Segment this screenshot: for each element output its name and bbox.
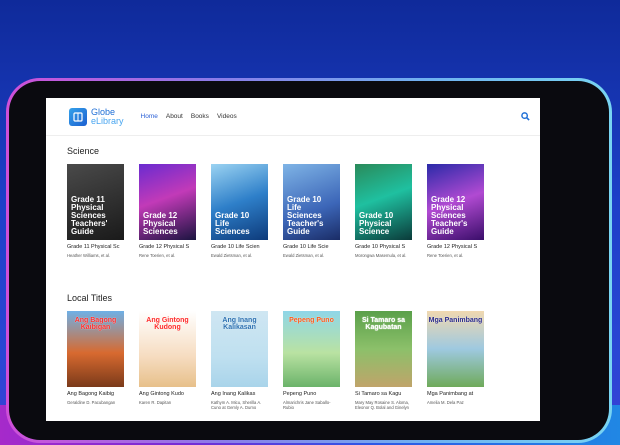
book-author: Mary May Rosaine S. Aloma, Eleonor Q. Bo…	[355, 400, 410, 410]
book-card[interactable]: Mga Panimbang Mga Panimbang at Amelia M.…	[427, 311, 484, 410]
book-author: Kathym A. Micu, Sherilla A. Cuno at Geml…	[211, 400, 262, 410]
nav-about[interactable]: About	[166, 113, 183, 120]
book-cover[interactable]: Grade 10 Life Sciences	[211, 164, 268, 240]
book-title[interactable]: Ang Inang Kalikas	[211, 391, 268, 397]
tablet-frame: Globe eLibrary Home About Books Videos S…	[6, 78, 612, 443]
book-author: Karen R. Dapitan	[139, 400, 172, 405]
book-card[interactable]: Ang Bagong Kaibigan Ang Bagong Kaibig Ge…	[67, 311, 124, 410]
book-author: Rene Toerien, et al.	[427, 253, 464, 258]
cover-title: Grade 11 Physical Sciences Teachers' Gui…	[71, 195, 108, 236]
book-title[interactable]: Ang Gintong Kudo	[139, 391, 196, 397]
book-cover[interactable]: Grade 12 Physical Sciences Teacher's Gui…	[427, 164, 484, 240]
cover-title: Pepeng Puno	[289, 317, 334, 324]
cover-title: Grade 10 Physical Science	[359, 211, 394, 236]
book-cover[interactable]: Grade 10 Physical Science	[355, 164, 412, 240]
cover-title: Ang Gintong Kudong	[146, 317, 189, 331]
book-title[interactable]: Grade 10 Life Scien	[211, 244, 268, 250]
cover-title: Grade 10 Life Sciences	[215, 211, 250, 236]
cover-title: Grade 10 Life Sciences Teacher's Guide	[287, 195, 324, 236]
book-author: Rene Toerien, et al.	[139, 253, 176, 258]
book-card[interactable]: Grade 10 Life Sciences Teacher's Guide G…	[283, 164, 340, 263]
book-author: Geraldine D. Pacubangan	[67, 400, 116, 405]
book-cover[interactable]: Grade 10 Life Sciences Teacher's Guide	[283, 164, 340, 240]
tablet-body: Globe eLibrary Home About Books Videos S…	[9, 81, 609, 440]
cover-title: Mga Panimbang	[428, 317, 483, 324]
main-nav: Home About Books Videos	[141, 113, 237, 120]
book-author: Heather Williams, et al.	[67, 253, 111, 258]
book-card[interactable]: Pepeng Puno Pepeng Puno Almarichris Jane…	[283, 311, 340, 410]
book-title[interactable]: Pepeng Puno	[283, 391, 340, 397]
logo-text: Globe eLibrary	[91, 107, 124, 126]
book-logo-icon	[69, 107, 87, 126]
book-title[interactable]: Grade 12 Physical S	[427, 244, 484, 250]
book-card[interactable]: Ang Gintong Kudong Ang Gintong Kudo Kare…	[139, 311, 196, 410]
cover-title: Ang Inang Kalikasan	[222, 317, 257, 331]
book-cover[interactable]: Grade 12 Physical Sciences	[139, 164, 196, 240]
app-screen: Globe eLibrary Home About Books Videos S…	[46, 98, 540, 421]
book-title[interactable]: Grade 10 Physical S	[355, 244, 412, 250]
book-title[interactable]: Grade 10 Life Scie	[283, 244, 340, 250]
book-card[interactable]: Grade 10 Life Sciences Grade 10 Life Sci…	[211, 164, 268, 263]
book-author: Ewald Zietsman, et al.	[283, 253, 325, 258]
nav-books[interactable]: Books	[191, 113, 209, 120]
book-cover[interactable]: Si Tamaro sa Kagubatan	[355, 311, 412, 387]
book-title[interactable]: Si Tamaro sa Kagu	[355, 391, 412, 397]
book-title[interactable]: Ang Bagong Kaibig	[67, 391, 124, 397]
book-card[interactable]: Grade 12 Physical Sciences Teacher's Gui…	[427, 164, 484, 263]
cover-title: Grade 12 Physical Sciences Teacher's Gui…	[431, 195, 468, 236]
section-title-local: Local Titles	[67, 293, 113, 303]
cover-title: Ang Bagong Kaibigan	[74, 317, 117, 331]
book-cover[interactable]: Ang Gintong Kudong	[139, 311, 196, 387]
book-cover[interactable]: Pepeng Puno	[283, 311, 340, 387]
top-navigation-bar: Globe eLibrary Home About Books Videos	[46, 98, 540, 136]
cover-title: Grade 12 Physical Sciences	[143, 211, 178, 236]
local-books-row: Ang Bagong Kaibigan Ang Bagong Kaibig Ge…	[46, 311, 540, 410]
cover-title: Si Tamaro sa Kagubatan	[361, 317, 406, 331]
book-cover[interactable]: Mga Panimbang	[427, 311, 484, 387]
book-card[interactable]: Grade 12 Physical Sciences Grade 12 Phys…	[139, 164, 196, 263]
book-author: Morongwa Masemula, et al.	[355, 253, 407, 258]
app-logo[interactable]: Globe eLibrary	[69, 107, 124, 126]
nav-home[interactable]: Home	[141, 113, 158, 120]
book-card[interactable]: Grade 11 Physical Sciences Teachers' Gui…	[67, 164, 124, 263]
book-card[interactable]: Si Tamaro sa Kagubatan Si Tamaro sa Kagu…	[355, 311, 412, 410]
logo-line2: eLibrary	[91, 115, 124, 126]
book-cover[interactable]: Ang Inang Kalikasan	[211, 311, 268, 387]
book-cover[interactable]: Grade 11 Physical Sciences Teachers' Gui…	[67, 164, 124, 240]
nav-videos[interactable]: Videos	[217, 113, 237, 120]
book-author: Amelia M. Dela Paz	[427, 400, 464, 405]
book-author: Ewald Zietsman, et al.	[211, 253, 253, 258]
book-card[interactable]: Grade 10 Physical Science Grade 10 Physi…	[355, 164, 412, 263]
book-title[interactable]: Grade 11 Physical Sc	[67, 244, 124, 250]
book-title[interactable]: Mga Panimbang at	[427, 391, 484, 397]
book-cover[interactable]: Ang Bagong Kaibigan	[67, 311, 124, 387]
science-books-row: Grade 11 Physical Sciences Teachers' Gui…	[46, 164, 540, 263]
book-card[interactable]: Ang Inang Kalikasan Ang Inang Kalikas Ka…	[211, 311, 268, 410]
book-author: Almarichris Jane Saballo-Rubio	[283, 400, 331, 410]
section-title-science: Science	[67, 146, 100, 156]
book-title[interactable]: Grade 12 Physical S	[139, 244, 196, 250]
search-icon[interactable]	[521, 108, 530, 126]
